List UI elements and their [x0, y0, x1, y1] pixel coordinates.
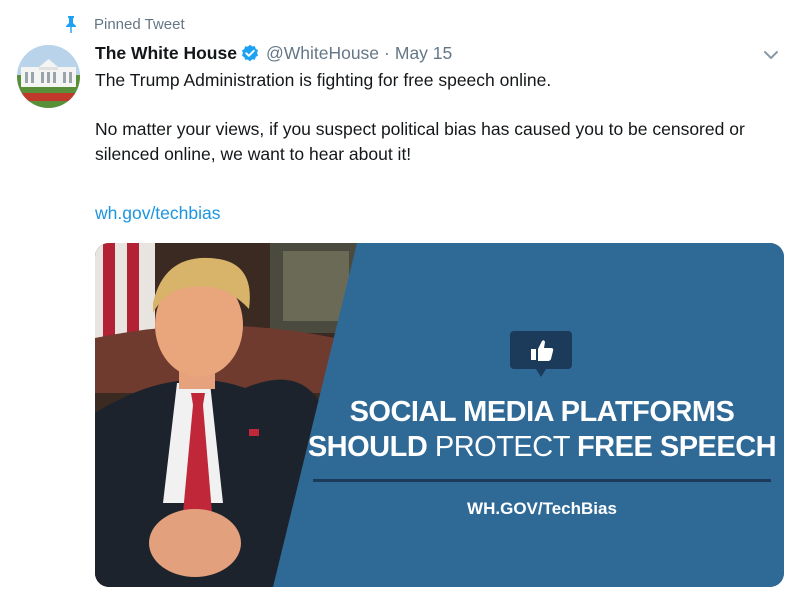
verified-badge-icon	[241, 44, 258, 62]
tweet-text-para2: No matter your views, if you suspect pol…	[95, 119, 745, 164]
thumbs-up-icon	[510, 331, 572, 377]
tweet-media-image[interactable]: SOCIAL MEDIA PLATFORMS SHOULD PROTECT FR…	[95, 243, 784, 587]
headline-line2: SHOULD PROTECT FREE SPEECH	[295, 429, 784, 465]
pinned-tweet-indicator: Pinned Tweet	[62, 13, 185, 35]
headline-divider	[313, 479, 771, 482]
tweet-link[interactable]: wh.gov/techbias	[95, 203, 221, 224]
headline-free-speech: FREE SPEECH	[576, 431, 777, 463]
author-handle[interactable]: @WhiteHouse	[266, 43, 379, 64]
media-url-text: WH.GOV/TechBias	[467, 499, 617, 518]
tweet-header: The White House @WhiteHouse · May 15	[95, 41, 452, 65]
tweet-text-line1: The Trump Administration is fighting for…	[95, 70, 552, 90]
avatar[interactable]	[17, 45, 80, 108]
pinned-tweet-label: Pinned Tweet	[94, 15, 185, 33]
headline-should: SHOULD	[307, 431, 428, 463]
tweet-text: The Trump Administration is fighting for…	[95, 68, 745, 167]
pin-icon	[66, 16, 76, 33]
tweet-date[interactable]: May 15	[395, 43, 452, 64]
media-headline: SOCIAL MEDIA PLATFORMS SHOULD PROTECT FR…	[295, 395, 784, 465]
headline-protect: PROTECT	[434, 431, 570, 463]
chevron-down-icon[interactable]	[760, 44, 782, 66]
header-separator: ·	[384, 42, 390, 63]
headline-line1: SOCIAL MEDIA PLATFORMS	[349, 396, 735, 428]
author-name[interactable]: The White House	[95, 43, 237, 64]
